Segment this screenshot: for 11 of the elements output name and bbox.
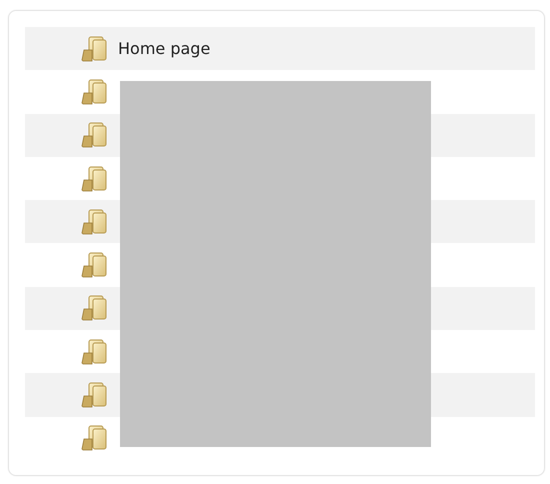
folder-icon: [80, 338, 108, 365]
folder-icon: [80, 208, 108, 235]
folder-icon: [80, 78, 108, 105]
folder-icon: [80, 382, 108, 408]
folder-icon: [80, 36, 108, 62]
folder-icon: [80, 425, 108, 452]
folder-icon: [80, 295, 108, 322]
folder-icon: [80, 252, 108, 278]
folder-name[interactable]: Home page: [118, 39, 210, 58]
folder-icon: [80, 166, 108, 192]
folder-icon: [80, 122, 108, 148]
